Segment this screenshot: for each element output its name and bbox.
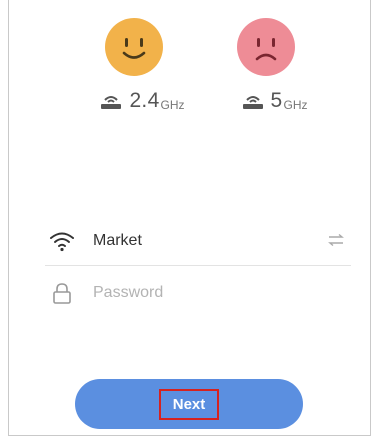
wifi-network-name: Market	[93, 232, 142, 249]
router-icon	[242, 96, 263, 109]
password-row	[45, 271, 351, 315]
divider	[45, 265, 351, 266]
router-icon	[101, 96, 122, 109]
band-label: 5GHz	[224, 88, 324, 114]
next-button[interactable]: Next	[75, 379, 303, 429]
band-frequency: 2.4	[129, 89, 160, 112]
wifi-setup-screen: 2.4GHz 5GHz Market Next	[8, 0, 371, 436]
wifi-icon	[50, 232, 74, 252]
sad-face-icon	[237, 18, 295, 76]
lock-icon	[53, 283, 71, 304]
switch-network-icon[interactable]	[327, 233, 345, 247]
band-unit: GHz	[160, 98, 185, 112]
next-button-label: Next	[158, 388, 220, 420]
password-input[interactable]	[93, 284, 313, 302]
happy-face-icon	[105, 18, 163, 76]
band-option-2-4ghz[interactable]: 2.4GHz	[98, 18, 185, 128]
band-label: 2.4GHz	[92, 88, 192, 114]
band-frequency: 5	[270, 89, 283, 112]
band-unit: GHz	[283, 98, 308, 112]
band-option-5ghz[interactable]: 5GHz	[230, 18, 310, 128]
wifi-network-row[interactable]: Market	[45, 219, 351, 263]
